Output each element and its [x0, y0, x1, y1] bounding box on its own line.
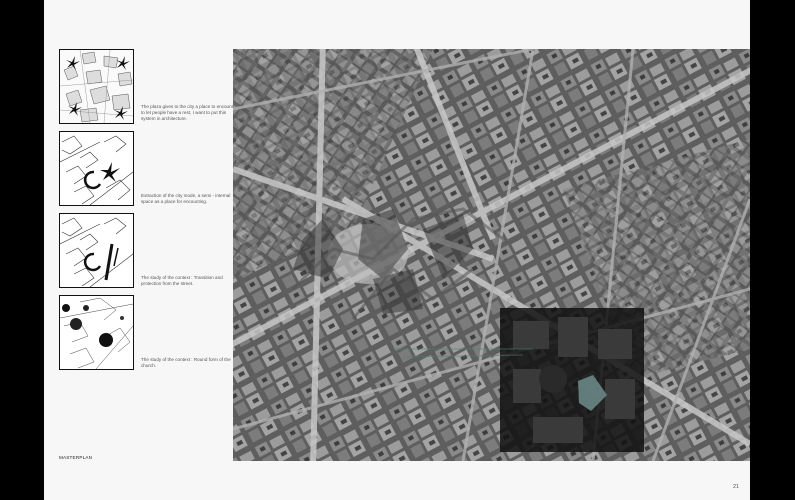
diagram-thumbnail-plaza	[59, 49, 134, 124]
aerial-site-map	[233, 49, 750, 461]
page-number: 21	[733, 484, 740, 490]
section-label: MASTERPLAN	[59, 455, 93, 460]
panel-caption: The plaza gives to the city a place to e…	[141, 104, 239, 122]
document-page: The plaza gives to the city a place to e…	[44, 0, 750, 500]
diagram-thumbnail-extraction	[59, 131, 134, 206]
diagram-thumbnail-transition	[59, 213, 134, 288]
diagram-thumbnail-round-form	[59, 295, 134, 370]
panel-caption: Extraction of the city mode, a semi - in…	[141, 193, 231, 205]
panel-caption: The study of the context : Round form of…	[141, 357, 231, 369]
panel-caption: The study of the context : Transition an…	[141, 275, 223, 287]
